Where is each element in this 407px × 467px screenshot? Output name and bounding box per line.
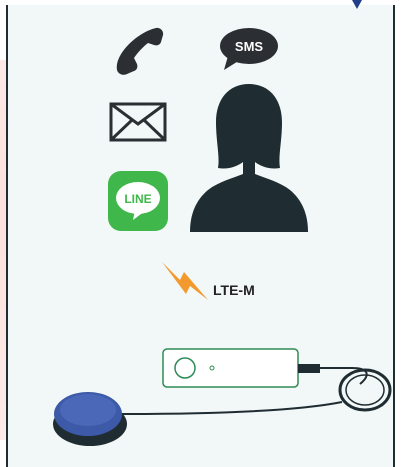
lightning-icon <box>162 262 208 300</box>
diagram-frame: SMS LINE LTE-M <box>0 0 407 467</box>
envelope-icon <box>109 102 167 142</box>
line-app-icon: LINE <box>108 171 168 231</box>
corner-marker-icon <box>352 0 362 9</box>
sms-label: SMS <box>235 39 264 54</box>
lte-device-icon <box>53 348 392 446</box>
sms-bubble-icon: SMS <box>220 28 278 70</box>
line-label: LINE <box>124 192 151 206</box>
network-label: LTE-M <box>213 282 255 298</box>
phone-icon <box>116 27 164 75</box>
person-silhouette-icon <box>190 84 308 232</box>
